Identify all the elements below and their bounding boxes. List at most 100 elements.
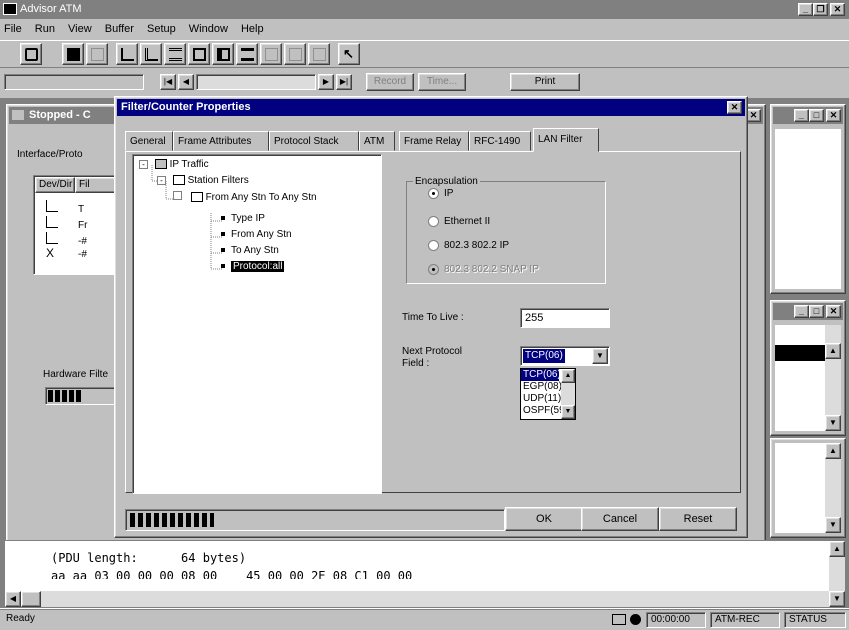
nav-prev-button[interactable]: ◀ <box>178 74 194 90</box>
decode-vscrollbar[interactable]: ▲ ▼ <box>829 541 845 607</box>
right-mid-scrollbar[interactable]: ▲ ▼ <box>825 325 841 431</box>
radio-ip[interactable]: IP <box>428 188 453 199</box>
decode-hscroll-thumb[interactable] <box>21 591 41 607</box>
tree-node-protocol[interactable]: Protocol:all <box>221 261 285 272</box>
dropdown-option[interactable]: TCP(06) <box>521 369 561 381</box>
right-window-bottom-content: ▲ ▼ <box>775 443 841 533</box>
tree-node-station-filters[interactable]: - Station Filters <box>157 175 249 186</box>
decode-pane[interactable]: (PDU length: 64 bytes) aa aa 03 00 00 00… <box>4 540 846 608</box>
nav-last-button[interactable]: ▶| <box>336 74 352 90</box>
menu-file[interactable]: File <box>4 20 22 38</box>
tab-rfc-1490[interactable]: RFC-1490 <box>469 131 531 151</box>
toolbar-cursor-icon[interactable]: ↖ <box>338 43 360 65</box>
menu-setup[interactable]: Setup <box>147 20 176 38</box>
toolbar-decode-icon[interactable] <box>284 43 306 65</box>
scroll-up-icon[interactable]: ▲ <box>825 443 841 459</box>
tree-collapse-icon[interactable] <box>173 191 182 200</box>
toolbar-hex-icon[interactable] <box>260 43 282 65</box>
toolbar-stop-icon[interactable] <box>62 43 84 65</box>
filter-properties-dialog[interactable]: Filter/Counter Properties ✕ General Fram… <box>114 96 748 538</box>
tree-node-label: Station Filters <box>187 175 249 186</box>
scroll-up-icon[interactable]: ▲ <box>829 541 845 557</box>
record-position-slider[interactable] <box>196 74 316 90</box>
scroll-down-icon[interactable]: ▼ <box>825 415 841 431</box>
scroll-left-icon[interactable]: ◀ <box>5 591 21 607</box>
menu-help[interactable]: Help <box>241 20 264 38</box>
right-window-top[interactable]: _ □ ✕ <box>770 104 846 294</box>
right-mid-minimize-icon[interactable]: _ <box>794 305 809 318</box>
hardware-filter-meter <box>45 387 115 405</box>
dropdown-arrow-icon[interactable]: ▼ <box>592 348 608 364</box>
status-activity-icon <box>630 614 641 625</box>
status-bar: Ready 00:00:00 ATM-REC STATUS <box>0 608 849 630</box>
right-window-bottom[interactable]: ▲ ▼ <box>770 438 846 538</box>
time-to-live-input[interactable]: 255 <box>520 308 610 328</box>
cancel-button[interactable]: Cancel <box>581 507 659 531</box>
toolbar-detail-icon[interactable] <box>236 43 258 65</box>
filter-tree[interactable]: - IP Traffic - Station Filters From Any … <box>132 154 382 494</box>
right-top-close-icon[interactable]: ✕ <box>826 109 841 122</box>
tree-node-from-any-to-any[interactable]: From Any Stn To Any Stn <box>173 191 317 203</box>
capture-window-close-icon[interactable]: ✕ <box>746 109 761 122</box>
right-top-minimize-icon[interactable]: _ <box>794 109 809 122</box>
tree-collapse-icon[interactable]: - <box>139 160 148 169</box>
bullet-icon <box>221 216 225 221</box>
right-mid-close-icon[interactable]: ✕ <box>826 305 841 318</box>
time-button[interactable]: Time... <box>418 73 466 91</box>
menu-buffer[interactable]: Buffer <box>105 20 134 38</box>
tab-general[interactable]: General <box>125 131 173 151</box>
next-protocol-select[interactable]: TCP(06) ▼ <box>520 346 610 366</box>
toolbar-trend-icon[interactable] <box>164 43 186 65</box>
right-window-mid[interactable]: _ □ ✕ ▲ ▼ <box>770 300 846 436</box>
scroll-down-icon[interactable]: ▼ <box>561 405 575 419</box>
decode-line-hex: aa aa 03 00 00 00 08 00 45 00 00 2E 08 C… <box>51 569 413 579</box>
tree-node-to-any-stn[interactable]: To Any Stn <box>221 245 279 256</box>
toolbar-table-icon[interactable] <box>188 43 210 65</box>
radio-8023-8022-ip[interactable]: 802.3 802.2 IP <box>428 240 509 251</box>
nav-next-button[interactable]: ▶ <box>318 74 334 90</box>
toolbar-summary-icon[interactable] <box>212 43 234 65</box>
close-icon[interactable]: ✕ <box>830 3 845 16</box>
right-mid-maximize-icon[interactable]: □ <box>809 305 824 318</box>
toolbar-statistics-icon[interactable] <box>116 43 138 65</box>
menu-run[interactable]: Run <box>35 20 55 38</box>
tree-node-from-any-stn[interactable]: From Any Stn <box>221 229 292 240</box>
toolbar-histogram-icon[interactable] <box>140 43 162 65</box>
tab-frame-attributes[interactable]: Frame Attributes <box>173 131 269 151</box>
tree-collapse-icon[interactable]: - <box>157 176 166 185</box>
tree-node-ip-traffic[interactable]: - IP Traffic <box>139 159 209 170</box>
app-icon[interactable] <box>3 3 17 15</box>
decode-hscrollbar[interactable]: ◀ <box>5 591 829 607</box>
radio-8023-8022-snap-ip[interactable]: 802.3 802.2 SNAP IP <box>428 264 539 275</box>
right-top-maximize-icon[interactable]: □ <box>809 109 824 122</box>
maximize-icon[interactable]: ❐ <box>813 3 828 16</box>
scroll-down-icon[interactable]: ▼ <box>825 517 841 533</box>
toolbar-chart-icon[interactable] <box>308 43 330 65</box>
right-bottom-scrollbar[interactable]: ▲ ▼ <box>825 443 841 533</box>
tab-atm[interactable]: ATM <box>359 131 395 151</box>
toolbar-pause-icon[interactable] <box>86 43 108 65</box>
dialog-close-icon[interactable]: ✕ <box>727 101 742 114</box>
radio-indicator <box>428 240 439 251</box>
next-protocol-dropdown-list[interactable]: TCP(06) EGP(08) UDP(11) OSPF(59) ▲ ▼ <box>520 368 576 420</box>
tab-protocol-stack[interactable]: Protocol Stack <box>269 131 359 151</box>
tree-node-type-ip[interactable]: Type IP <box>221 213 265 224</box>
minimize-icon[interactable]: _ <box>798 3 813 16</box>
tab-frame-relay[interactable]: Frame Relay <box>399 131 469 151</box>
scroll-up-icon[interactable]: ▲ <box>825 343 841 359</box>
ok-button[interactable]: OK <box>505 507 583 531</box>
column-header-devdir[interactable]: Dev/Dir <box>35 177 75 193</box>
record-button[interactable]: Record <box>366 73 414 91</box>
radio-ethernet-ii[interactable]: Ethernet II <box>428 216 490 227</box>
menu-view[interactable]: View <box>68 20 92 38</box>
print-button[interactable]: Print <box>510 73 580 91</box>
reset-button[interactable]: Reset <box>659 507 737 531</box>
dropdown-list-scrollbar[interactable]: ▲ ▼ <box>561 369 575 419</box>
scroll-down-icon[interactable]: ▼ <box>829 591 845 607</box>
toolbar-run-icon[interactable] <box>20 43 42 65</box>
capture-window-controls: ✕ <box>746 109 761 122</box>
tab-lan-filter[interactable]: LAN Filter <box>533 128 599 152</box>
scroll-up-icon[interactable]: ▲ <box>561 369 575 383</box>
menu-window[interactable]: Window <box>189 20 228 38</box>
nav-first-button[interactable]: |◀ <box>160 74 176 90</box>
